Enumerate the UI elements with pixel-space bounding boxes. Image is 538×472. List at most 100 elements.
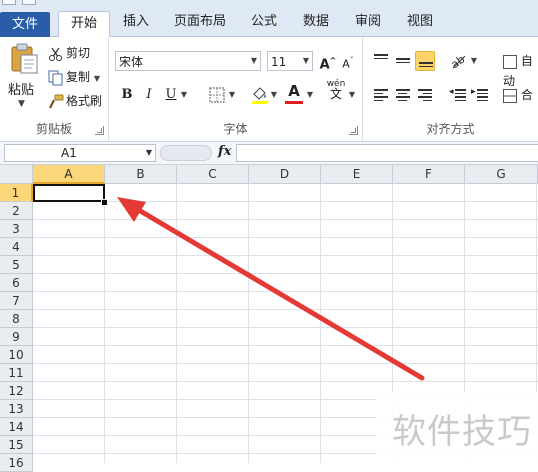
watermark-text: 软件技巧 <box>392 412 532 452</box>
align-right-icon <box>418 89 432 103</box>
column-header-g[interactable]: G <box>465 165 538 184</box>
align-middle-icon <box>396 58 410 65</box>
insert-function-icon[interactable]: fx <box>218 144 231 159</box>
row-header-5[interactable]: 5 <box>0 256 33 274</box>
row-header-4[interactable]: 4 <box>0 238 33 256</box>
align-right-button[interactable] <box>415 85 435 105</box>
clipboard-group: 粘贴 ▼ 剪切 复制 ▼ 格式刷 剪贴板 <box>0 37 109 141</box>
row-header-12[interactable]: 12 <box>0 382 33 400</box>
tab-page-layout[interactable]: 页面布局 <box>166 10 234 36</box>
name-box-value: A1 <box>61 146 77 160</box>
shrink-font-icon: A <box>342 57 350 71</box>
formula-input[interactable] <box>236 144 538 162</box>
row-header-14[interactable]: 14 <box>0 418 33 436</box>
name-box[interactable]: A1 ▼ <box>4 144 156 162</box>
font-size-combo[interactable]: 11 ▼ <box>267 51 313 71</box>
wrap-text-button[interactable]: 自动 <box>503 51 538 88</box>
underline-button[interactable]: U <box>163 85 179 105</box>
tab-home[interactable]: 开始 <box>58 11 110 38</box>
formula-bar-splitter[interactable] <box>160 145 212 161</box>
align-left-button[interactable] <box>371 85 391 105</box>
paste-button[interactable]: 粘贴 <box>8 79 34 98</box>
tab-review[interactable]: 审阅 <box>346 10 390 36</box>
merge-center-button[interactable]: 合 <box>503 85 538 105</box>
row-header-9[interactable]: 9 <box>0 328 33 346</box>
ribbon-home: 粘贴 ▼ 剪切 复制 ▼ 格式刷 剪贴板 宋体 ▼ 11 ▼ A^ Aˇ B I… <box>0 37 538 142</box>
bold-button[interactable]: B <box>119 85 135 105</box>
fill-color-dropdown-icon[interactable]: ▼ <box>269 85 279 105</box>
phonetic-button[interactable]: wén 文 <box>325 79 347 100</box>
row-header-16[interactable]: 16 <box>0 454 33 472</box>
underline-dropdown-icon[interactable]: ▼ <box>179 85 189 105</box>
font-group: 宋体 ▼ 11 ▼ A^ Aˇ B I U ▼ ▼ ▼ A ▼ wén 文 ▼ … <box>109 37 363 141</box>
cut-label: 剪切 <box>66 46 91 60</box>
row-header-15[interactable]: 15 <box>0 436 33 454</box>
font-color-icon: A <box>288 82 300 100</box>
align-left-icon <box>374 89 388 103</box>
align-top-button[interactable] <box>371 51 391 71</box>
row-header-11[interactable]: 11 <box>0 364 33 382</box>
font-name-combo[interactable]: 宋体 ▼ <box>115 51 261 71</box>
chevron-down-icon[interactable]: ▼ <box>300 52 312 70</box>
row-header-10[interactable]: 10 <box>0 346 33 364</box>
clipboard-launcher-icon[interactable] <box>95 126 104 135</box>
active-cell-a1[interactable] <box>33 184 105 202</box>
decrease-indent-button[interactable]: ◂ <box>449 85 469 105</box>
alignment-group-label: 对齐方式 <box>426 122 475 136</box>
align-middle-button[interactable] <box>393 51 413 71</box>
shrink-font-button[interactable]: Aˇ <box>339 51 357 71</box>
font-color-dropdown-icon[interactable]: ▼ <box>305 85 315 105</box>
align-top-icon <box>374 54 388 61</box>
fill-handle[interactable] <box>101 199 108 206</box>
font-color-swatch <box>285 101 303 104</box>
tab-insert[interactable]: 插入 <box>114 10 158 36</box>
row-header-1[interactable]: 1 <box>0 184 33 202</box>
quick-access-icon[interactable] <box>2 0 16 5</box>
font-group-label: 字体 <box>223 122 248 136</box>
copy-button[interactable]: 复制 ▼ <box>48 67 100 87</box>
chevron-down-icon[interactable]: ▼ <box>248 52 260 70</box>
increase-indent-button[interactable]: ▸ <box>471 85 491 105</box>
select-all-corner[interactable] <box>0 165 33 184</box>
column-header-b[interactable]: B <box>105 165 177 184</box>
tab-view[interactable]: 视图 <box>398 10 442 36</box>
borders-dropdown-icon[interactable]: ▼ <box>227 85 237 105</box>
paste-icon[interactable] <box>10 43 40 75</box>
row-header-3[interactable]: 3 <box>0 220 33 238</box>
copy-label: 复制 <box>66 70 91 84</box>
borders-icon[interactable] <box>209 87 225 103</box>
column-header-f[interactable]: F <box>393 165 465 184</box>
chevron-down-icon[interactable]: ▼ <box>146 145 152 161</box>
font-name-value: 宋体 <box>119 55 144 69</box>
row-header-2[interactable]: 2 <box>0 202 33 220</box>
quick-access-icon[interactable] <box>22 0 36 5</box>
row-header-8[interactable]: 8 <box>0 310 33 328</box>
column-header-a[interactable]: A <box>33 165 105 184</box>
tab-formulas[interactable]: 公式 <box>242 10 286 36</box>
orientation-dropdown-icon[interactable]: ▼ <box>469 51 479 71</box>
italic-button[interactable]: I <box>141 85 157 105</box>
format-painter-button[interactable]: 格式刷 <box>48 91 102 111</box>
alignment-group: ab ▼ 自动 ◂ ▸ 合 对齐方式 <box>363 37 538 141</box>
copy-dropdown-icon[interactable]: ▼ <box>94 74 100 83</box>
font-launcher-icon[interactable] <box>349 126 358 135</box>
column-header-e[interactable]: E <box>321 165 393 184</box>
tab-data[interactable]: 数据 <box>294 10 338 36</box>
fill-color-icon[interactable] <box>251 85 269 105</box>
row-header-6[interactable]: 6 <box>0 274 33 292</box>
row-header-13[interactable]: 13 <box>0 400 33 418</box>
row-header-7[interactable]: 7 <box>0 292 33 310</box>
cut-button[interactable]: 剪切 <box>48 43 90 63</box>
svg-text:ab: ab <box>449 53 467 70</box>
paste-dropdown-icon[interactable]: ▼ <box>18 99 25 109</box>
phonetic-dropdown-icon[interactable]: ▼ <box>347 85 357 105</box>
column-header-c[interactable]: C <box>177 165 249 184</box>
column-header-d[interactable]: D <box>249 165 321 184</box>
merge-label: 合 <box>520 88 533 102</box>
align-bottom-button[interactable] <box>415 51 435 71</box>
orientation-icon[interactable]: ab <box>449 52 469 70</box>
tab-file[interactable]: 文件 <box>0 12 50 38</box>
grow-font-button[interactable]: A^ <box>319 51 337 72</box>
font-color-button[interactable]: A <box>285 81 303 101</box>
align-center-button[interactable] <box>393 85 413 105</box>
